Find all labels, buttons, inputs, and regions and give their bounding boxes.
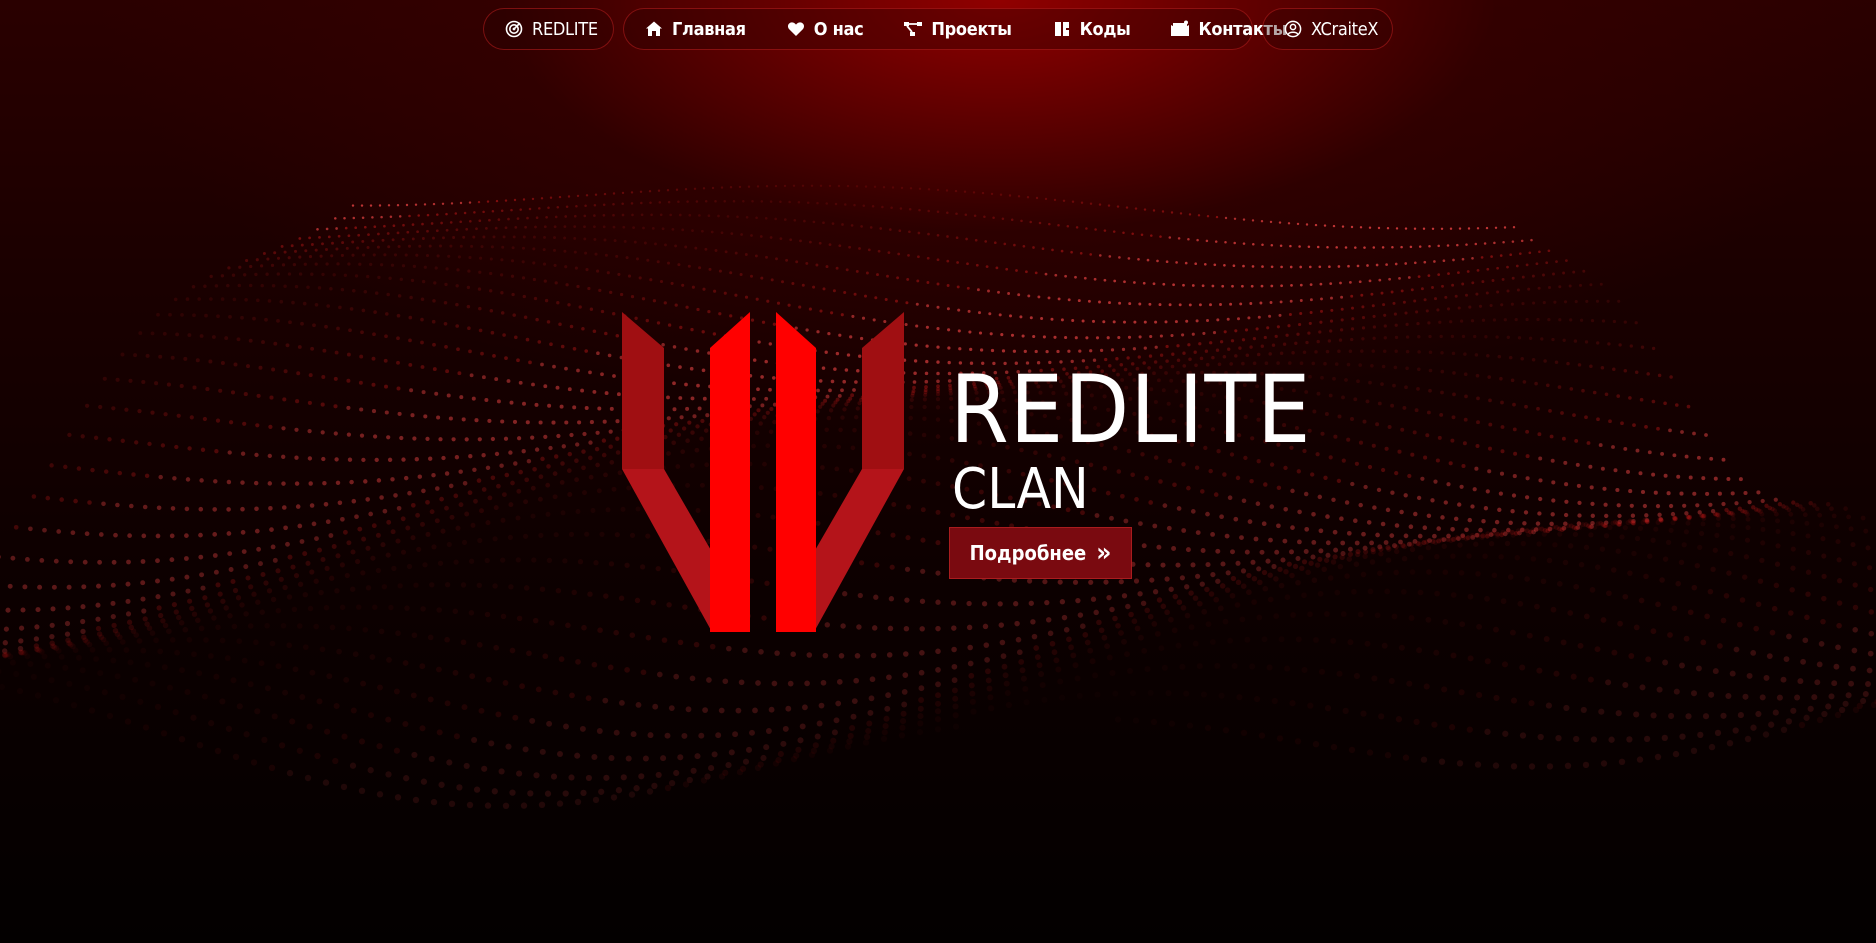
more-button[interactable]: Подробнее »	[949, 527, 1132, 579]
mail-icon	[1170, 19, 1190, 39]
code-icon	[1052, 19, 1072, 39]
double-chevron-right-icon: »	[1096, 538, 1112, 568]
home-icon	[644, 19, 664, 39]
nav-item-home[interactable]: Главная	[644, 8, 746, 50]
main-menu: Главная О нас Проекты Коды Контакты	[623, 8, 1287, 50]
nav-label-about: О нас	[813, 18, 864, 40]
hero-title: REDLITE	[950, 356, 1312, 465]
heart-icon	[786, 19, 806, 39]
project-icon	[903, 19, 923, 39]
user-icon	[1283, 19, 1303, 39]
nav-label-home: Главная	[672, 18, 746, 40]
nav-item-about[interactable]: О нас	[786, 8, 864, 50]
target-icon	[504, 19, 524, 39]
brand-label: REDLITE	[532, 18, 598, 40]
particle-wave-background	[0, 184, 1876, 809]
redlite-logo	[622, 312, 904, 632]
brand-link[interactable]: REDLITE	[483, 8, 614, 50]
hero-subtitle: CLAN	[952, 457, 1089, 522]
top-navigation: REDLITE Главная О нас Проекты Коды Конта…	[0, 8, 1876, 52]
page: REDLITE Главная О нас Проекты Коды Конта…	[0, 0, 1876, 943]
nav-item-codes[interactable]: Коды	[1052, 8, 1131, 50]
nav-label-codes: Коды	[1079, 18, 1131, 40]
user-label: XCraiteX	[1311, 18, 1379, 40]
nav-label-projects: Проекты	[931, 18, 1012, 40]
nav-item-projects[interactable]: Проекты	[903, 8, 1012, 50]
user-account-link[interactable]: XCraiteX	[1262, 8, 1393, 50]
more-button-label: Подробнее	[969, 541, 1087, 565]
